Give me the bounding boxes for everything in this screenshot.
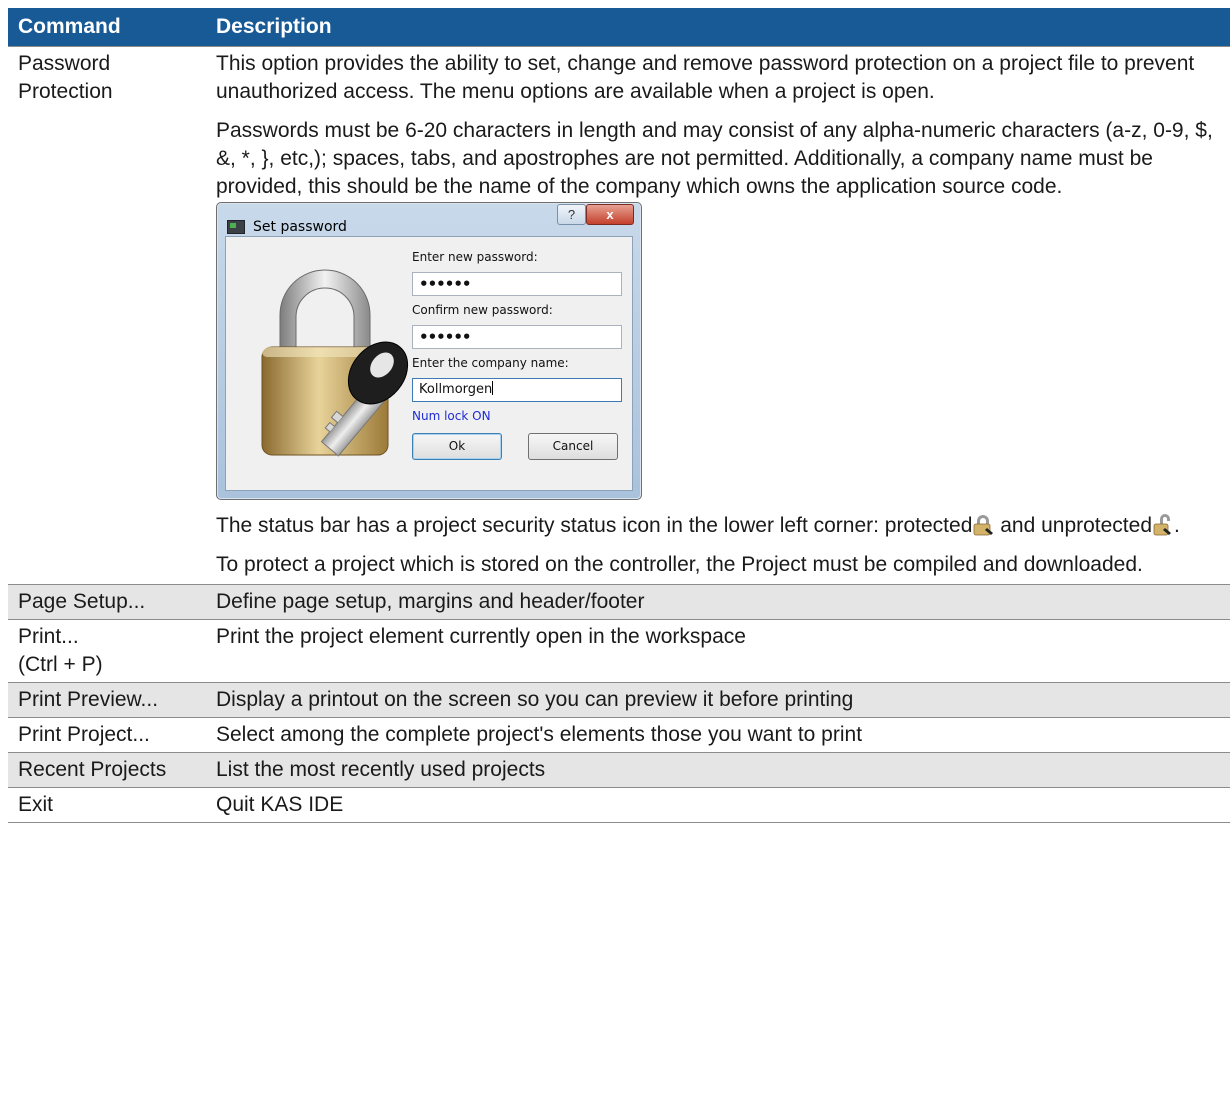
- password-form: Enter new password: •••••• Confirm new p…: [412, 248, 622, 460]
- description-cell: List the most recently used projects: [206, 752, 1230, 788]
- status-text-before: The status bar has a project security st…: [216, 514, 973, 537]
- confirm-password-label: Confirm new password:: [412, 303, 553, 317]
- cancel-button[interactable]: Cancel: [528, 433, 618, 460]
- num-lock-indicator: Num lock ON: [412, 409, 491, 423]
- table-row: Password Protection This option provides…: [8, 46, 1230, 585]
- table-row: Exit Quit KAS IDE: [8, 787, 1230, 823]
- set-password-dialog: Set password ? x Enter new password: •••…: [216, 202, 642, 500]
- commands-table: Command Description Password Protection …: [8, 8, 1230, 823]
- status-text-end: .: [1174, 514, 1180, 537]
- confirm-password-field[interactable]: ••••••: [412, 325, 622, 349]
- table-row: Recent Projects List the most recently u…: [8, 752, 1230, 788]
- company-name-value: Kollmorgen: [419, 382, 493, 397]
- command-cell: Password Protection: [8, 46, 206, 585]
- description-cell: Quit KAS IDE: [206, 787, 1230, 823]
- command-cell: Print Project...: [8, 717, 206, 753]
- close-button[interactable]: x: [586, 204, 634, 225]
- ok-button[interactable]: Ok: [412, 433, 502, 460]
- padlock-key-icon: [261, 269, 409, 457]
- description-cell: Select among the complete project's elem…: [206, 717, 1230, 753]
- new-password-field[interactable]: ••••••: [412, 272, 622, 296]
- description-paragraph: This option provides the ability to set,…: [216, 52, 1195, 103]
- description-header: Description: [206, 8, 1230, 47]
- company-name-field[interactable]: Kollmorgen: [412, 378, 622, 402]
- command-cell: Page Setup...: [8, 584, 206, 620]
- description-cell: Print the project element currently open…: [206, 619, 1230, 683]
- dialog-buttons: Ok Cancel: [412, 433, 622, 460]
- command-cell: Exit: [8, 787, 206, 823]
- status-text-middle: and unprotected: [994, 514, 1152, 537]
- table-row: Print Preview... Display a printout on t…: [8, 682, 1230, 718]
- command-cell: Print Preview...: [8, 682, 206, 718]
- command-header: Command: [8, 8, 206, 47]
- description-cell: Display a printout on the screen so you …: [206, 682, 1230, 718]
- help-button[interactable]: ?: [557, 204, 586, 225]
- description-cell: This option provides the ability to set,…: [206, 46, 1230, 585]
- dialog-body: Enter new password: •••••• Confirm new p…: [225, 236, 633, 491]
- description-paragraph: To protect a project which is stored on …: [216, 553, 1143, 576]
- command-cell: Print... (Ctrl + P): [8, 619, 206, 683]
- company-name-label: Enter the company name:: [412, 356, 569, 370]
- table-row: Page Setup... Define page setup, margins…: [8, 584, 1230, 620]
- text-caret: [492, 381, 494, 395]
- table-row: Print... (Ctrl + P) Print the project el…: [8, 619, 1230, 683]
- protected-lock-icon: [973, 515, 994, 536]
- command-cell: Recent Projects: [8, 752, 206, 788]
- password-protection-command: Password Protection: [18, 52, 113, 103]
- table-row: Print Project... Select among the comple…: [8, 717, 1230, 753]
- table-header-row: Command Description: [8, 8, 1230, 47]
- new-password-label: Enter new password:: [412, 250, 538, 264]
- description-cell: Define page setup, margins and header/fo…: [206, 584, 1230, 620]
- description-paragraph: Passwords must be 6-20 characters in len…: [216, 119, 1213, 198]
- app-icon: [227, 220, 245, 234]
- unprotected-lock-icon: [1153, 514, 1171, 536]
- description-paragraph: The status bar has a project security st…: [216, 512, 1220, 540]
